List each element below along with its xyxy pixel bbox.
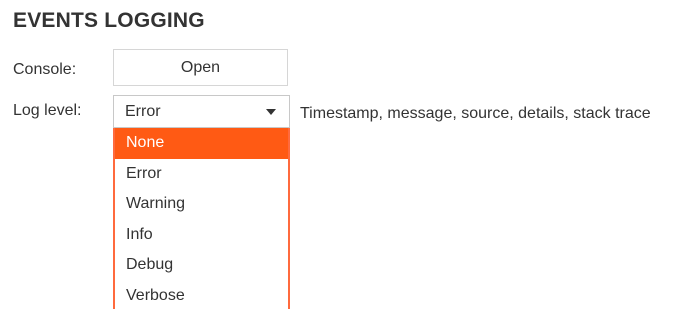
console-open-button[interactable]: Open: [113, 49, 288, 86]
caret-down-icon[interactable]: [266, 109, 276, 115]
log-level-selected-value: Error: [125, 102, 161, 120]
log-level-dropdown-list: None Error Warning Info Debug Verbose: [113, 128, 290, 309]
option-warning[interactable]: Warning: [115, 189, 288, 220]
section-title: EVENTS LOGGING: [13, 9, 205, 32]
option-debug[interactable]: Debug: [115, 250, 288, 281]
log-level-select[interactable]: Error: [113, 95, 290, 128]
log-level-label: Log level:: [13, 102, 82, 119]
console-label: Console:: [13, 61, 77, 78]
option-info[interactable]: Info: [115, 220, 288, 251]
option-error[interactable]: Error: [115, 159, 288, 190]
option-none[interactable]: None: [115, 128, 288, 159]
log-level-description: Timestamp, message, source, details, sta…: [300, 105, 651, 122]
option-verbose[interactable]: Verbose: [115, 281, 288, 309]
